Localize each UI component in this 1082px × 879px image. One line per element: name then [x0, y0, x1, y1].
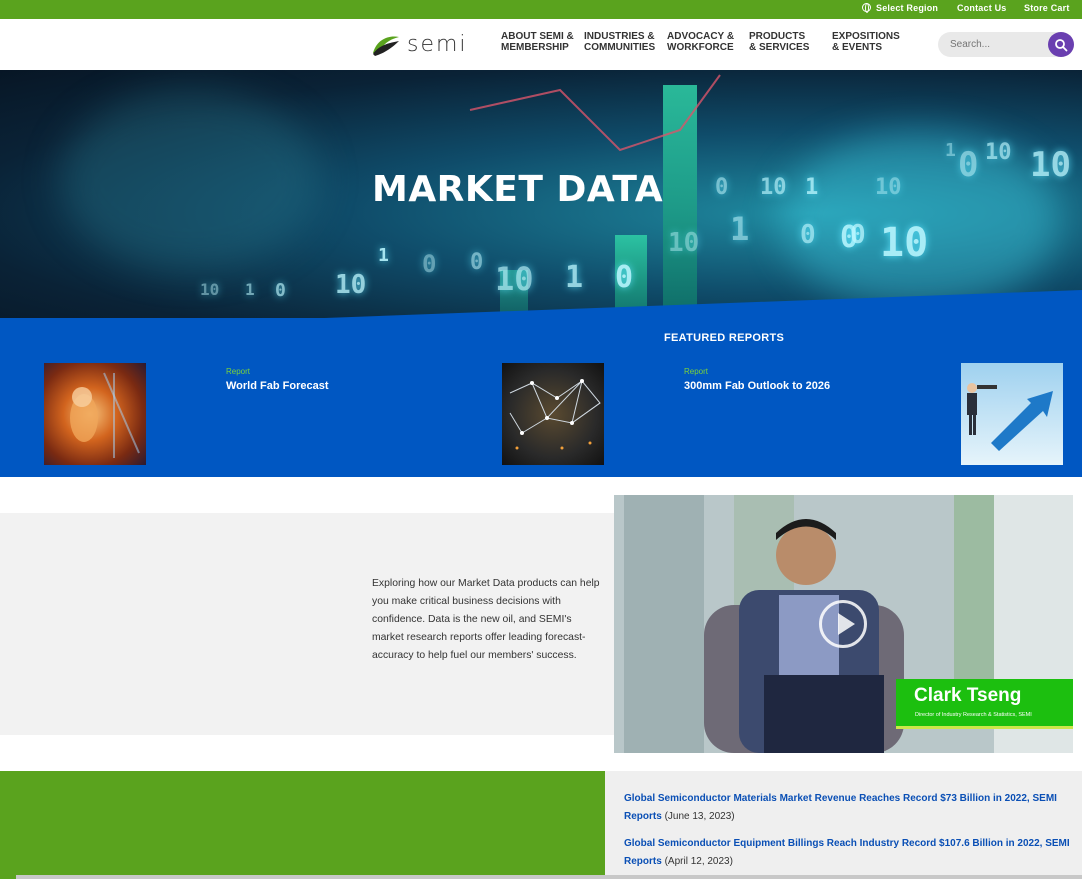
search-box [938, 32, 1074, 57]
hero-digit: 10 [875, 175, 902, 200]
search-icon [1055, 39, 1068, 52]
fab-worker-graphic [70, 372, 140, 458]
hero-digit: 10 [760, 175, 787, 200]
select-region-link[interactable]: Select Region [862, 3, 938, 13]
utility-bar: Select Region Contact Us Store Cart [0, 0, 1082, 19]
contact-us-link[interactable]: Contact Us [957, 3, 1007, 13]
businessman-arrow-graphic [967, 383, 1053, 451]
nav-about-semi[interactable]: ABOUT SEMI & MEMBERSHIP [501, 31, 574, 53]
nav-label-line1: ADVOCACY & [667, 31, 735, 42]
nav-expositions[interactable]: EXPOSITIONS & EVENTS [832, 31, 900, 53]
select-region-label: Select Region [876, 3, 939, 13]
news-green-panel [0, 771, 605, 879]
semi-logo[interactable]: semi [371, 32, 471, 58]
nav-industries[interactable]: INDUSTRIES & COMMUNITIES [584, 31, 655, 53]
report-tag: Report [226, 367, 251, 376]
video-player[interactable]: Clark Tseng Director of Industry Researc… [614, 495, 1073, 753]
nav-label-line2: & SERVICES [749, 42, 810, 53]
featured-reports-heading: FEATURED REPORTS [664, 332, 785, 344]
report-tag: Report [684, 367, 709, 376]
store-cart-link[interactable]: Store Cart [1024, 3, 1070, 13]
hero-digit: 0 [800, 220, 816, 250]
hero-digit: 10 [335, 270, 367, 300]
intro-text: Exploring how our Market Data products c… [372, 578, 600, 661]
hero-digit: 10 [985, 140, 1012, 165]
nav-label-line2: COMMUNITIES [584, 42, 656, 53]
nav-label-line1: PRODUCTS [749, 31, 806, 42]
hero-banner: 10 1 0 10 1 0 0 10 1 0 10 0 10 1 0 10 1 0 0 10 1 0 10 10 MARKET… [0, 70, 1082, 330]
network-map-graphic [509, 379, 601, 450]
hero-digit: 1 [730, 210, 750, 248]
globe-icon [862, 3, 871, 13]
hero-digit: 0 [615, 260, 634, 295]
hero-digit: 10 [880, 220, 929, 266]
nav-products[interactable]: PRODUCTS & SERVICES [749, 31, 809, 53]
hero-digit: 0 [958, 145, 979, 185]
nav-advocacy[interactable]: ADVOCACY & WORKFORCE [667, 31, 734, 53]
hero-digit: 0 [850, 220, 866, 250]
nav-label-line1: ABOUT SEMI & [501, 31, 574, 42]
hero-digit: 1 [805, 175, 819, 200]
speaker-role: Director of Industry Research & Statisti… [915, 712, 1032, 718]
hero-digit: 10 [200, 280, 220, 299]
hero-digit: 1 [945, 140, 956, 161]
search-button[interactable] [1048, 32, 1074, 57]
speaker-name: Clark Tseng [914, 685, 1022, 706]
hero-digit: 10 [668, 228, 700, 258]
nav-label-line2: & EVENTS [832, 42, 883, 53]
news-item: Global Semiconductor Materials Market Re… [624, 790, 1072, 826]
news-item: Global Semiconductor Equipment Billings … [624, 835, 1072, 871]
nav-label-line2: MEMBERSHIP [501, 42, 569, 53]
horizontal-scrollbar[interactable] [16, 875, 1082, 879]
hero-digit: 10 [1030, 145, 1071, 185]
nav-label-line2: WORKFORCE [667, 42, 734, 53]
fab-outlook-image[interactable] [502, 363, 604, 465]
report-world-fab-forecast-link[interactable]: World Fab Forecast [226, 380, 328, 392]
hero-digit: 1 [245, 280, 255, 299]
news-date: (April 12, 2023) [664, 856, 733, 867]
hero-digit: 0 [275, 280, 286, 301]
hero-digit: 1 [565, 260, 584, 295]
report-fab-outlook-link[interactable]: 300mm Fab Outlook to 2026 [684, 380, 830, 392]
hero-digit: 0 [422, 250, 437, 278]
page-title: MARKET DATA [372, 169, 664, 210]
semi-logo-icon [373, 36, 399, 56]
hero-digit: 0 [715, 175, 729, 200]
nav-label-line1: EXPOSITIONS [832, 31, 900, 42]
hero-digit: 1 [378, 245, 389, 266]
news-date: (June 13, 2023) [664, 811, 735, 822]
nav-label-line1: INDUSTRIES & [584, 31, 655, 42]
site-header: semi ABOUT SEMI & MEMBERSHIP INDUSTRIES … [0, 19, 1082, 70]
hero-digit: 10 [495, 260, 534, 298]
play-button[interactable] [819, 600, 867, 648]
report-third-image[interactable] [961, 363, 1063, 465]
world-fab-forecast-image[interactable] [44, 363, 146, 465]
speaker-name-plate: Clark Tseng Director of Industry Researc… [896, 679, 1073, 729]
featured-reports: FEATURED REPORTS Report World Fab Foreca… [0, 318, 1082, 477]
search-input[interactable] [950, 37, 1040, 52]
logo-text: semi [407, 32, 468, 57]
hero-digit: 0 [470, 250, 484, 275]
